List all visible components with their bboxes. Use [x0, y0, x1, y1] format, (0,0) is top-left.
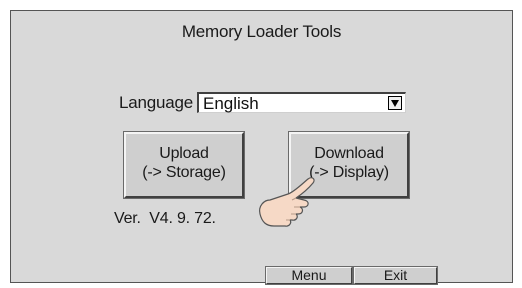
download-button-sublabel: (-> Display)	[309, 164, 389, 181]
language-label: Language	[119, 93, 194, 112]
memory-loader-screen: Memory Loader Tools Language English Upl…	[10, 10, 513, 285]
menu-button[interactable]: Menu	[265, 266, 353, 285]
upload-button[interactable]: Upload (-> Storage)	[123, 131, 245, 199]
download-button[interactable]: Download (-> Display)	[288, 131, 410, 199]
upload-button-sublabel: (-> Storage)	[142, 164, 226, 181]
upload-button-label: Upload	[159, 145, 209, 162]
dropdown-arrow-icon[interactable]	[388, 96, 402, 110]
exit-button[interactable]: Exit	[353, 266, 438, 285]
page-title: Memory Loader Tools	[181, 22, 342, 41]
version-text: Ver. V4. 9. 72.	[114, 210, 216, 228]
download-button-label: Download	[314, 145, 384, 162]
language-select[interactable]: English	[197, 92, 406, 113]
version-value: V4. 9. 72.	[149, 210, 216, 227]
language-select-value: English	[203, 94, 259, 113]
version-label: Ver.	[114, 210, 141, 227]
